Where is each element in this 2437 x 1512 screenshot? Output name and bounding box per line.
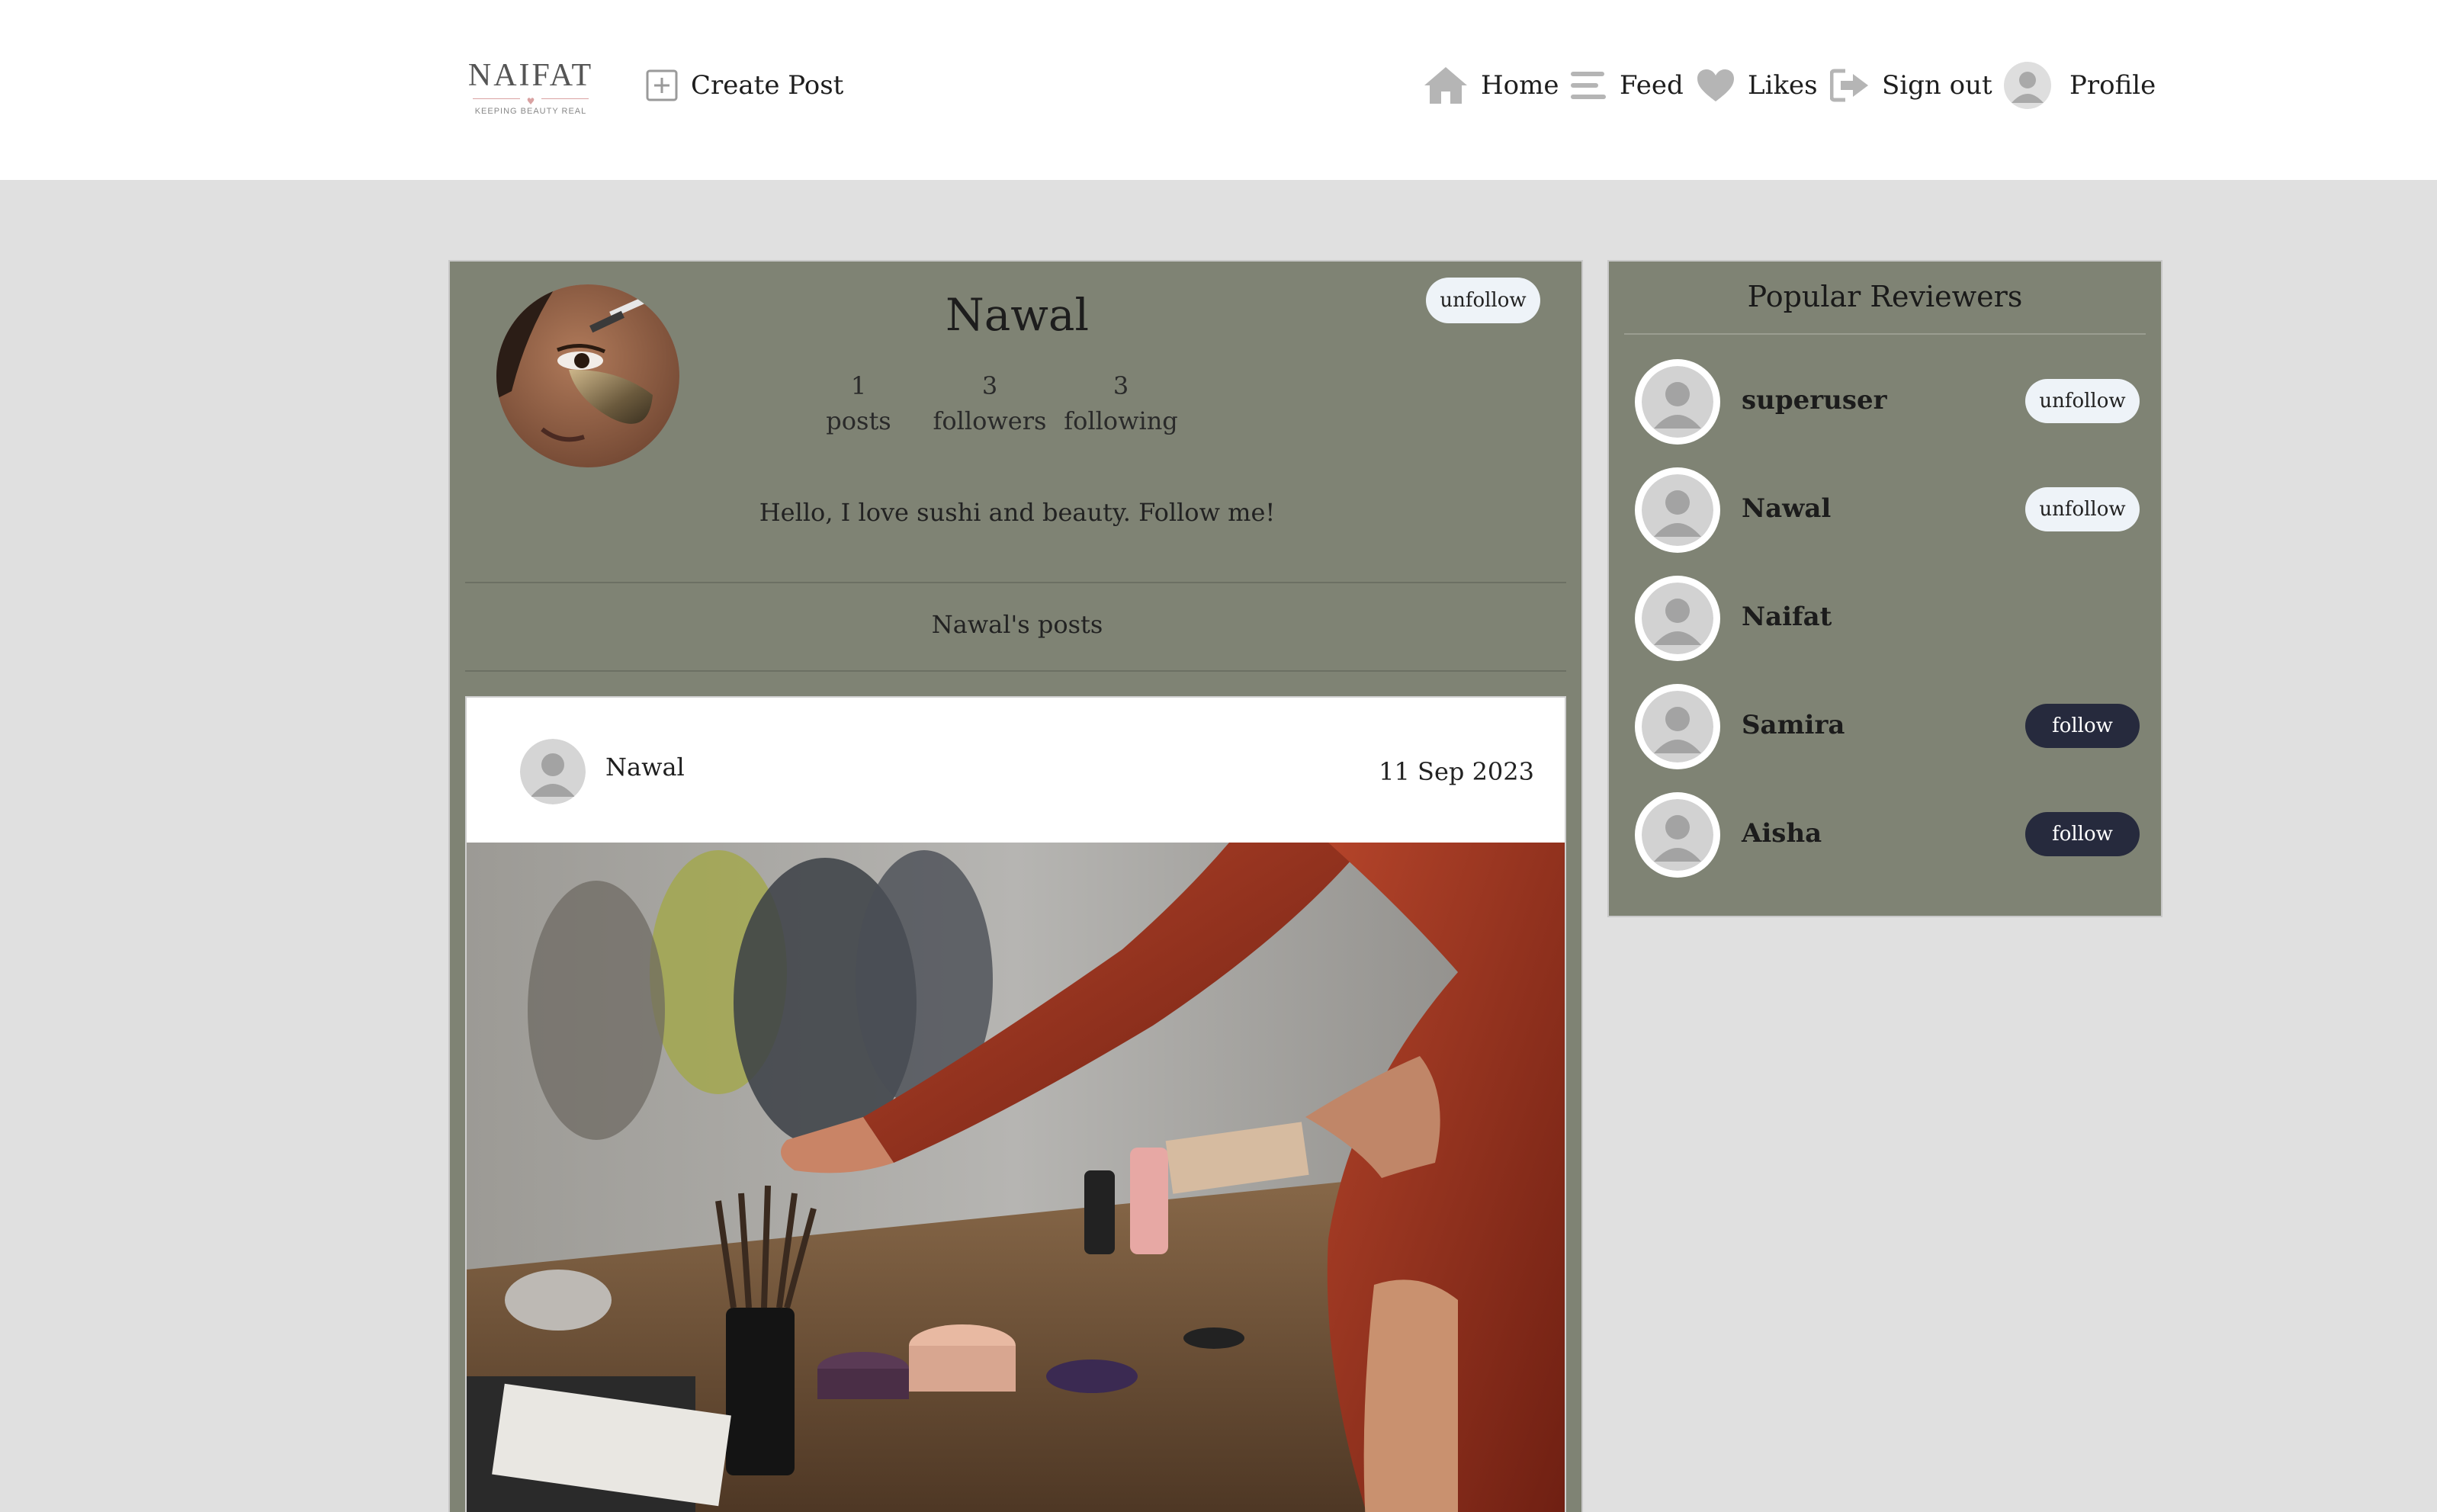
nav-sign-out-label: Sign out [1882, 70, 1992, 101]
stat-followers-label: followers [933, 406, 1047, 435]
reviewer-avatar[interactable] [1635, 359, 1720, 445]
heart-icon [1696, 68, 1735, 103]
nav-home-label: Home [1481, 70, 1559, 101]
popular-reviewers-panel: Popular Reviewers superuser unfollow Naw… [1607, 260, 2162, 917]
nav-profile-label: Profile [2069, 70, 2156, 101]
logo-tagline: KEEPING BEAUTY REAL [474, 107, 587, 116]
reviewer-avatar[interactable] [1635, 467, 1720, 553]
plus-square-icon [645, 69, 679, 102]
profile-name: Nawal [945, 289, 1090, 341]
feed-icon [1569, 69, 1607, 102]
top-navbar: NAIFAT ♥ KEEPING BEAUTY REAL Create Post… [0, 0, 2437, 180]
reviewer-row: Nawal unfollow [1635, 467, 2140, 553]
reviewer-name[interactable]: Nawal [1742, 493, 1831, 524]
profile-bio: Hello, I love sushi and beauty. Follow m… [759, 498, 1276, 527]
stat-posts-value: 1 [850, 371, 867, 400]
post-author-avatar[interactable] [520, 739, 586, 804]
nav-home[interactable]: Home [1423, 64, 1559, 107]
reviewer-avatar[interactable] [1635, 684, 1720, 769]
reviewer-row: Samira follow [1635, 684, 2140, 769]
logo-name: NAIFAT [467, 58, 594, 93]
reviewer-unfollow-button[interactable]: unfollow [2025, 487, 2140, 531]
create-post-link[interactable]: Create Post [645, 64, 843, 107]
reviewer-unfollow-button[interactable]: unfollow [2025, 379, 2140, 423]
nav-profile[interactable]: Profile [2004, 62, 2156, 109]
stat-posts[interactable]: 1 posts [798, 368, 920, 438]
nav-likes[interactable]: Likes [1696, 64, 1818, 107]
post-date: 11 Sep 2023 [1379, 757, 1534, 786]
divider [465, 582, 1566, 583]
stat-following-value: 3 [1113, 371, 1129, 400]
logo-ornament: ♥ [467, 93, 595, 107]
posts-section-title: Nawal's posts [931, 610, 1103, 639]
sign-out-icon [1830, 68, 1870, 103]
naifat-logo[interactable]: NAIFAT ♥ KEEPING BEAUTY REAL [467, 59, 595, 116]
reviewer-avatar[interactable] [1635, 792, 1720, 878]
nav-sign-out[interactable]: Sign out [1830, 64, 1992, 107]
reviewer-name[interactable]: Aisha [1742, 818, 1822, 849]
reviewer-name[interactable]: Naifat [1742, 602, 1832, 632]
divider [1624, 333, 2146, 335]
home-icon [1423, 66, 1469, 105]
reviewer-follow-button[interactable]: follow [2025, 704, 2140, 748]
create-post-label: Create Post [691, 70, 844, 101]
nav-feed-label: Feed [1620, 70, 1684, 101]
profile-card: unfollow Nawal 1 posts 3 followers 3 fol… [448, 260, 1583, 1512]
stat-following-label: following [1064, 406, 1178, 435]
post-image[interactable] [467, 843, 1565, 1512]
user-avatar-icon [2004, 62, 2051, 109]
reviewer-follow-button[interactable]: follow [2025, 812, 2140, 856]
stat-following[interactable]: 3 following [1060, 368, 1182, 438]
popular-reviewers-title: Popular Reviewers [1747, 280, 2023, 313]
reviewer-name[interactable]: Samira [1742, 710, 1845, 740]
post-author-name[interactable]: Nawal [605, 753, 685, 782]
stat-followers[interactable]: 3 followers [929, 368, 1051, 438]
reviewer-row: superuser unfollow [1635, 359, 2140, 445]
reviewer-avatar[interactable] [1635, 576, 1720, 661]
nav-feed[interactable]: Feed [1569, 64, 1684, 107]
stat-followers-value: 3 [981, 371, 998, 400]
reviewer-name[interactable]: superuser [1742, 385, 1887, 416]
divider [465, 670, 1566, 672]
reviewer-row: Naifat [1635, 576, 2138, 661]
post-card[interactable]: Nawal 11 Sep 2023 [465, 696, 1566, 1512]
nav-likes-label: Likes [1748, 70, 1818, 101]
reviewer-row: Aisha follow [1635, 792, 2140, 878]
stat-posts-label: posts [826, 406, 891, 435]
